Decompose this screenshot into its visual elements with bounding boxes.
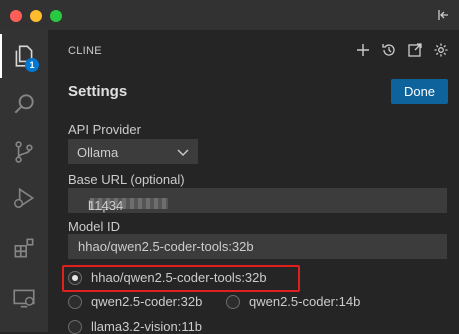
activity-bar: 1 [0,30,48,332]
model-radio-2[interactable] [226,295,240,309]
model-radio-1[interactable] [68,295,82,309]
cline-panel: CLINE Settings Done API Provider Ollama … [48,30,459,334]
model-option-label[interactable]: qwen2.5-coder:14b [249,294,360,309]
history-icon[interactable] [381,42,397,58]
run-debug-icon [14,187,35,209]
api-provider-label: API Provider [68,122,141,137]
extensions-button[interactable] [0,226,48,270]
source-control-icon [15,141,33,163]
done-button[interactable]: Done [391,79,448,104]
window-titlebar [0,0,459,30]
gear-icon[interactable] [433,42,449,58]
base-url-suffix: 11434 [88,198,124,213]
remote-explorer-icon [13,289,35,308]
base-url-input[interactable]: http://11434 [68,188,447,213]
popout-icon[interactable] [407,42,423,58]
settings-heading: Settings [68,83,128,100]
base-url-label: Base URL (optional) [68,172,185,187]
api-provider-value: Ollama [77,145,119,160]
search-icon [14,94,34,114]
explorer-button[interactable]: 1 [0,34,48,78]
extensions-icon [14,238,34,258]
back-arrow-icon[interactable] [435,7,451,23]
panel-title: CLINE [68,45,102,57]
model-option-label[interactable]: qwen2.5-coder:32b [91,294,202,309]
source-control-button[interactable] [0,130,48,174]
model-radio-0[interactable] [68,271,82,285]
window-minimize-button[interactable] [30,10,42,22]
notification-badge: 1 [25,58,39,72]
model-id-input[interactable]: hhao/qwen2.5-coder-tools:32b [68,234,447,259]
api-provider-select[interactable]: Ollama [68,139,198,164]
active-indicator [0,34,2,78]
run-debug-button[interactable] [0,176,48,220]
model-option-label[interactable]: hhao/qwen2.5-coder-tools:32b [91,270,267,285]
chevron-down-icon [177,149,189,156]
remote-explorer-button[interactable] [0,276,48,320]
search-button[interactable] [0,82,48,126]
window-maximize-button[interactable] [50,10,62,22]
model-id-label: Model ID [68,219,121,234]
window-close-button[interactable] [10,10,22,22]
model-id-value: hhao/qwen2.5-coder-tools:32b [78,239,254,254]
plus-icon[interactable] [355,42,371,58]
